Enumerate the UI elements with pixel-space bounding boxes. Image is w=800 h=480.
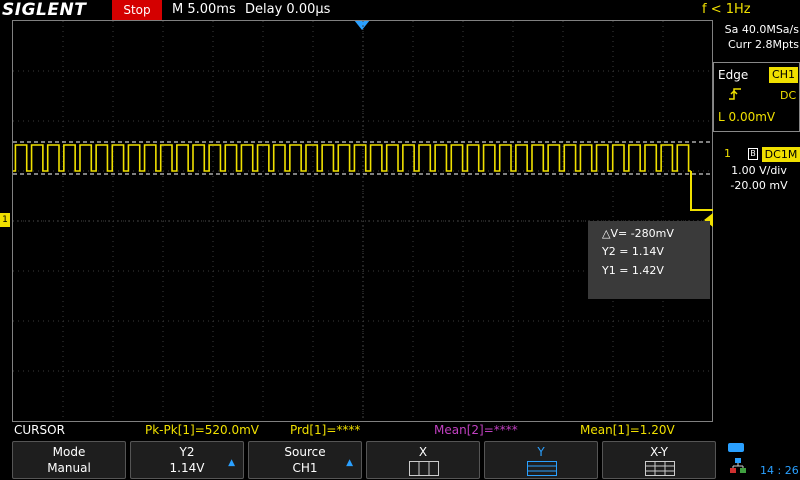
mean2-measurement: Mean[2]=**** <box>434 423 518 437</box>
adjust-knob-icon: ▲ <box>346 458 353 468</box>
x-label: X <box>418 445 428 459</box>
clock: 14 : 26 <box>760 464 799 477</box>
bandwidth-limit-icon: B <box>748 148 758 160</box>
y1-readout: Y1 = 1.42V <box>602 264 664 277</box>
trigger-source: CH1 <box>769 67 798 83</box>
y2-label: Y2 <box>179 445 195 459</box>
measurement-bar: CURSOR Pk-Pk[1]=520.0mV Prd[1]=**** Mean… <box>0 422 800 440</box>
ch1-waveform-trace <box>13 144 691 172</box>
battery-icon <box>728 443 744 452</box>
source-softkey[interactable]: Source CH1 ▲ <box>248 441 362 479</box>
mode-label: Mode <box>52 445 86 459</box>
sample-rate: Sa 40.0MSa/s <box>724 23 799 36</box>
trigger-type: Edge <box>718 68 749 82</box>
mode-value: Manual <box>47 461 91 475</box>
source-value: CH1 <box>292 461 318 475</box>
y2-readout: Y2 = 1.14V <box>602 245 664 258</box>
softkey-menu: Mode Manual Y2 1.14V ▲ Source CH1 ▲ X Y … <box>0 440 800 480</box>
x-cursor-icon <box>409 461 439 476</box>
top-status-bar: SIGLENT Stop M 5.00ms Delay 0.00μs f < 1… <box>0 0 800 20</box>
delta-v-readout: △V= -280mV <box>602 227 674 240</box>
memory-depth: Curr 2.8Mpts <box>727 38 799 51</box>
xy-label: X-Y <box>650 445 668 459</box>
lan-icon <box>730 458 746 474</box>
trigger-level: L 0.00mV <box>718 110 776 124</box>
system-status-area: 14 : 26 <box>724 440 800 480</box>
channel-number: 1 <box>724 147 731 160</box>
delay-readout: Delay 0.00μs <box>245 2 331 17</box>
run-stop-indicator[interactable]: Stop <box>112 0 162 20</box>
cursor-readout-panel: △V= -280mV Y2 = 1.14V Y1 = 1.42V <box>588 221 710 299</box>
vertical-scale: 1.00 V/div <box>731 164 787 177</box>
brand-logo: SIGLENT <box>2 0 87 20</box>
acquisition-info: Sa 40.0MSa/s Curr 2.8Mpts <box>717 22 799 52</box>
x-cursor-softkey[interactable]: X <box>366 441 480 479</box>
rising-edge-icon <box>728 87 742 105</box>
frequency-counter: f < 1Hz <box>702 2 751 17</box>
period-measurement: Prd[1]=**** <box>290 423 361 437</box>
y-cursor-softkey[interactable]: Y <box>484 441 598 479</box>
mean1-measurement: Mean[1]=1.20V <box>580 423 675 437</box>
adjust-knob-icon: ▲ <box>228 458 235 468</box>
xy-cursor-softkey[interactable]: X-Y <box>602 441 716 479</box>
xy-cursor-icon <box>645 461 675 476</box>
y2-softkey[interactable]: Y2 1.14V ▲ <box>130 441 244 479</box>
y-cursor-icon <box>527 461 557 476</box>
channel1-info-box[interactable]: 1 B DC1M 1.00 V/div -20.00 mV <box>718 145 800 195</box>
trigger-coupling: DC <box>780 89 797 102</box>
source-label: Source <box>284 445 326 459</box>
menu-title: CURSOR <box>14 423 65 437</box>
pkpk-measurement: Pk-Pk[1]=520.0mV <box>145 423 260 437</box>
trigger-info-box[interactable]: Edge CH1 DC L 0.00mV <box>713 62 800 132</box>
y2-value: 1.14V <box>169 461 205 475</box>
y-label: Y <box>537 445 545 459</box>
timebase-readout: M 5.00ms <box>172 2 236 17</box>
vertical-offset: -20.00 mV <box>730 179 788 192</box>
ch1-offset-marker[interactable]: 1 <box>0 213 10 227</box>
channel-coupling: DC1M <box>762 147 800 162</box>
ch1-waveform-tail <box>690 171 713 211</box>
mode-softkey[interactable]: Mode Manual <box>12 441 126 479</box>
